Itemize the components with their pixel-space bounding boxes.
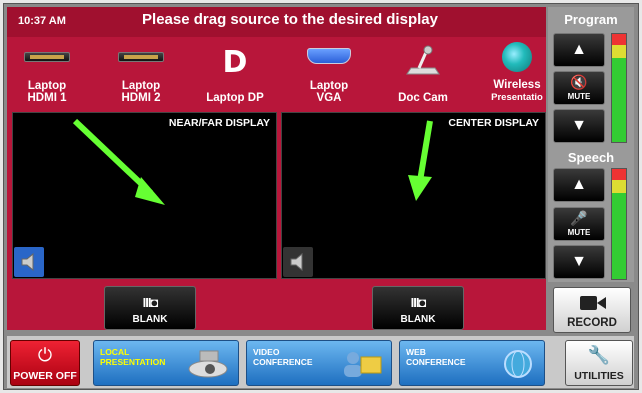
display-near-far[interactable]: NEAR/FAR DISPLAY xyxy=(12,112,277,279)
instruction-text: Please drag source to the desired displa… xyxy=(142,11,438,28)
blank-near-far-button[interactable]: III◘ BLANK xyxy=(104,286,196,330)
source-label-line1: Laptop xyxy=(27,80,67,92)
source-label-line2: VGA xyxy=(316,92,342,104)
source-label-line1: Laptop xyxy=(121,80,161,92)
mode-local-presentation-button[interactable]: LOCAL PRESENTATION xyxy=(93,340,239,386)
source-label-line1: Laptop xyxy=(309,80,349,92)
utilities-button[interactable]: 🔧 UTILITIES xyxy=(565,340,633,386)
displayport-logo-icon: D xyxy=(222,45,248,80)
triangle-down-icon: ▼ xyxy=(571,117,587,134)
power-off-button[interactable]: ⏻ POWER OFF xyxy=(10,340,80,386)
mode-video-conference-button[interactable]: VIDEO CONFERENCE xyxy=(246,340,392,386)
program-mute-button[interactable]: 🔇 MUTE xyxy=(553,71,605,105)
vga-port-icon xyxy=(307,48,351,64)
source-wireless-presentation[interactable]: Wireless Presentatio xyxy=(482,40,552,108)
triangle-up-icon: ▲ xyxy=(571,176,587,193)
hdmi-port-icon xyxy=(118,52,164,62)
speech-mute-button[interactable]: 🎤 MUTE xyxy=(553,207,605,241)
blank-label: BLANK xyxy=(132,314,168,325)
source-laptop-hdmi1[interactable]: Laptop HDMI 1 xyxy=(12,40,82,108)
speech-level-meter xyxy=(611,168,627,280)
record-button[interactable]: RECORD xyxy=(553,287,631,333)
power-off-label: POWER OFF xyxy=(13,370,77,382)
blank-label: BLANK xyxy=(400,314,436,325)
speech-volume-up-button[interactable]: ▲ xyxy=(553,168,605,202)
clock: 10:37 AM xyxy=(18,15,66,27)
source-label-line2: HDMI 2 xyxy=(121,92,161,104)
mode-line1: VIDEO xyxy=(253,347,280,357)
source-label-line2: HDMI 1 xyxy=(27,92,67,104)
triangle-up-icon: ▲ xyxy=(571,41,587,58)
speaker-icon[interactable] xyxy=(14,247,44,277)
projector-icon: III◘ xyxy=(410,295,427,310)
source-laptop-hdmi2[interactable]: Laptop HDMI 2 xyxy=(106,40,176,108)
mute-label: MUTE xyxy=(567,228,591,237)
speaker-icon[interactable] xyxy=(283,247,313,277)
mode-web-conference-button[interactable]: WEB CONFERENCE xyxy=(399,340,545,386)
source-laptop-dp[interactable]: D Laptop DP xyxy=(200,40,270,108)
triangle-down-icon: ▼ xyxy=(571,253,587,270)
globe-icon xyxy=(504,350,532,378)
mute-label: MUTE xyxy=(567,92,591,101)
video-camera-icon xyxy=(580,296,606,310)
wrench-icon: 🔧 xyxy=(587,345,611,365)
projector-icon xyxy=(188,350,228,378)
source-label-line2: Doc Cam xyxy=(398,92,448,104)
source-label-line1: Wireless xyxy=(493,79,541,91)
speech-volume-down-button[interactable]: ▼ xyxy=(553,245,605,279)
speaker-muted-icon: 🔇 xyxy=(570,74,588,90)
wireless-presentation-icon xyxy=(502,42,532,72)
source-laptop-vga[interactable]: Laptop VGA xyxy=(294,40,364,108)
mode-line1: LOCAL xyxy=(100,347,130,357)
hdmi-port-icon xyxy=(24,52,70,62)
blank-center-button[interactable]: III◘ BLANK xyxy=(372,286,464,330)
video-conference-icon xyxy=(344,352,382,377)
source-doc-cam[interactable]: Doc Cam xyxy=(388,40,458,108)
mode-line2: CONFERENCE xyxy=(406,357,466,367)
program-level-meter xyxy=(611,33,627,143)
mode-line1: WEB xyxy=(406,347,426,357)
mode-line2: CONFERENCE xyxy=(253,357,313,367)
projector-icon: III◘ xyxy=(142,295,159,310)
drag-hint-arrow xyxy=(408,120,433,201)
record-label: RECORD xyxy=(567,317,617,329)
program-volume-heading: Program xyxy=(564,12,618,27)
mode-line2: PRESENTATION xyxy=(100,357,166,367)
source-label-line2: Presentatio xyxy=(491,92,543,103)
program-volume-up-button[interactable]: ▲ xyxy=(553,33,605,67)
display-center[interactable]: CENTER DISPLAY xyxy=(281,112,546,279)
program-volume-down-button[interactable]: ▼ xyxy=(553,109,605,143)
drag-hint-arrow xyxy=(72,118,165,205)
document-camera-icon xyxy=(403,44,443,83)
power-icon: ⏻ xyxy=(37,345,53,365)
source-label-line2: Laptop DP xyxy=(206,92,264,104)
utilities-label: UTILITIES xyxy=(574,370,624,382)
speech-volume-heading: Speech xyxy=(567,150,615,165)
microphone-muted-icon: 🎤 xyxy=(570,210,588,226)
